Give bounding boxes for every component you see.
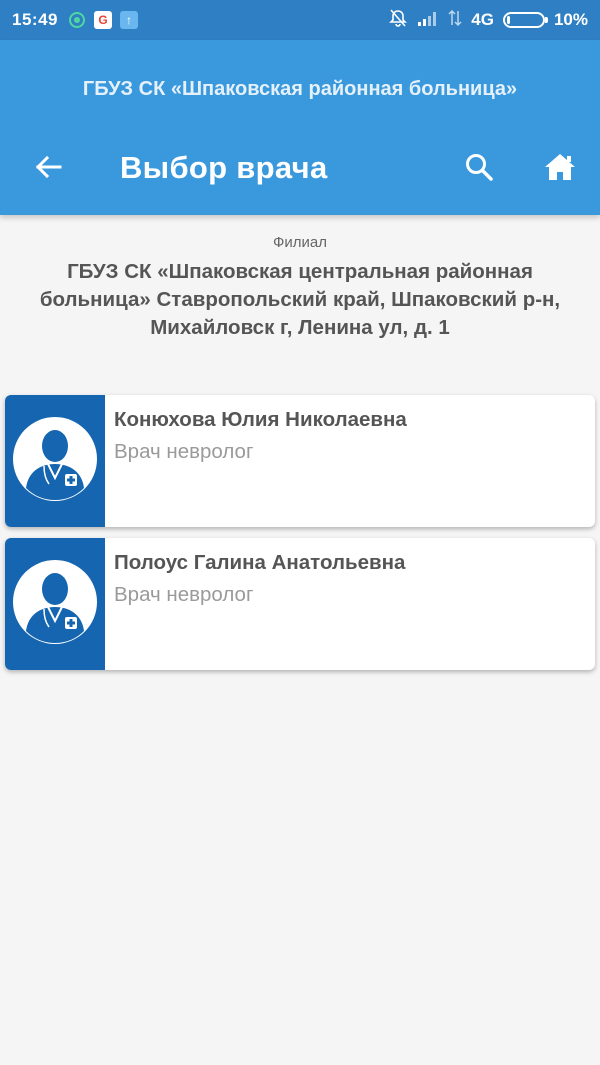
app-header: ГБУЗ СК «Шпаковская районная больница» В… [0,40,600,215]
signal-icon [417,10,439,31]
status-bar-left: 15:49 G ↑ [12,10,146,30]
search-button[interactable] [458,149,500,189]
doctor-avatar-icon [12,416,98,507]
upload-icon: ↑ [119,11,138,29]
back-button[interactable] [28,149,68,189]
data-arrows-icon [448,9,462,32]
mute-bell-icon [388,8,408,33]
status-time: 15:49 [12,10,58,29]
branch-caption: Филиал [272,234,327,251]
doctor-avatar [5,538,105,670]
battery-percent: 10% [553,10,588,29]
doctor-avatar-icon [12,559,98,650]
back-arrow-icon [34,155,62,184]
search-icon [464,152,494,187]
toolbar: Выбор врача [0,140,600,198]
doctor-card[interactable]: Конюхова Юлия Николаевна Врач невролог [5,395,595,527]
home-icon [544,153,576,186]
battery-icon [502,12,548,28]
notification-app-icon [68,11,86,29]
home-button[interactable] [538,149,582,189]
status-bar-right: 4G 10% [379,8,588,33]
doctor-name: Конюхова Юлия Николаевна [114,408,407,431]
doctor-avatar [5,395,105,527]
doctor-specialty: Врач невролог [114,583,254,606]
page-title: Выбор врача [120,150,328,185]
doctor-card[interactable]: Полоус Галина Анатольевна Врач невролог [5,538,595,670]
doctor-list: Конюхова Юлия Николаевна Врач невролог П… [5,395,595,681]
status-bar: 15:49 G ↑ 4G 10% [0,0,600,40]
doctor-specialty: Врач невролог [114,440,254,463]
organization-title: ГБУЗ СК «Шпаковская районная больница» [82,78,518,100]
branch-name: ГБУЗ СК «Шпаковская центральная районная… [39,260,561,339]
network-type: 4G [471,10,494,29]
doctor-name: Полоус Галина Анатольевна [114,551,406,574]
google-icon: G [93,11,112,29]
